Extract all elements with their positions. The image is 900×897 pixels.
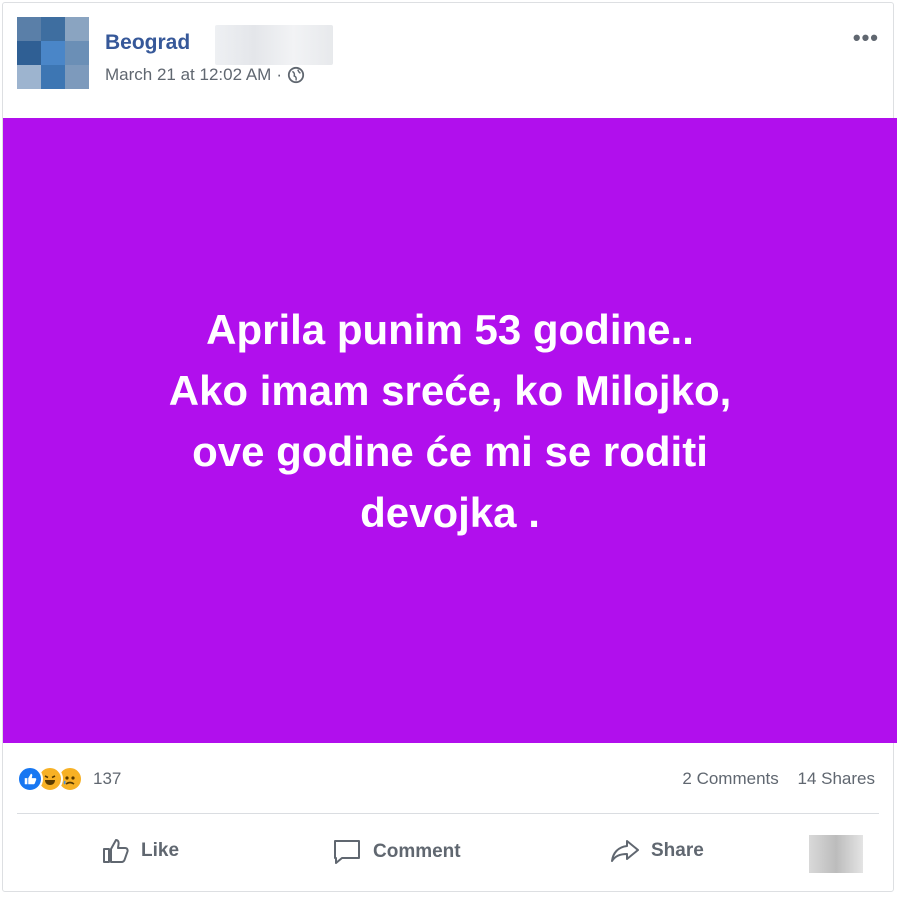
like-label: Like (141, 840, 180, 861)
reactions-summary[interactable]: 137 (17, 766, 121, 792)
post-timestamp[interactable]: March 21 at 12:02 AM (105, 65, 271, 85)
viewer-avatar[interactable] (809, 835, 863, 873)
post-header: Beograd March 21 at 12:02 AM · ••• (3, 3, 893, 115)
comments-count-link[interactable]: 2 Comments (682, 769, 778, 788)
post-text-line: Aprila punim 53 godine.. (206, 305, 694, 353)
shares-count-link[interactable]: 14 Shares (798, 769, 876, 788)
more-options-icon[interactable]: ••• (853, 27, 879, 49)
avatar[interactable] (17, 17, 89, 89)
comment-label: Comment (373, 841, 461, 862)
post-text-line: ove godine će mi se roditi (192, 427, 708, 475)
post-text-line: devojka . (360, 488, 540, 536)
post-text-line: Ako imam sreće, ko Milojko, (168, 366, 732, 414)
post-meta: March 21 at 12:02 AM · (105, 65, 305, 85)
divider (17, 813, 879, 814)
post-background: Aprila punim 53 godine.. Ako imam sreće,… (3, 118, 897, 743)
reaction-count[interactable]: 137 (93, 769, 121, 789)
comment-button[interactable]: Comment (331, 837, 461, 867)
post-stats: 137 2 Comments 14 Shares (3, 753, 893, 807)
author-name[interactable]: Beograd (105, 31, 190, 55)
meta-separator: · (276, 65, 282, 84)
post-card: Beograd March 21 at 12:02 AM · ••• April… (2, 2, 897, 892)
post-actions: Like Comment Share (3, 825, 893, 883)
share-label: Share (651, 840, 704, 861)
globe-icon[interactable] (287, 66, 305, 84)
post-text: Aprila punim 53 godine.. Ako imam sreće,… (169, 299, 732, 543)
share-button[interactable]: Share (609, 837, 704, 865)
like-button[interactable]: Like (101, 837, 179, 865)
engagement-counts: 2 Comments 14 Shares (668, 769, 875, 789)
thumbs-up-icon (103, 839, 129, 863)
share-icon (611, 840, 639, 862)
redacted-name (215, 25, 333, 65)
comment-icon (334, 840, 360, 864)
like-reaction-icon (17, 766, 43, 792)
